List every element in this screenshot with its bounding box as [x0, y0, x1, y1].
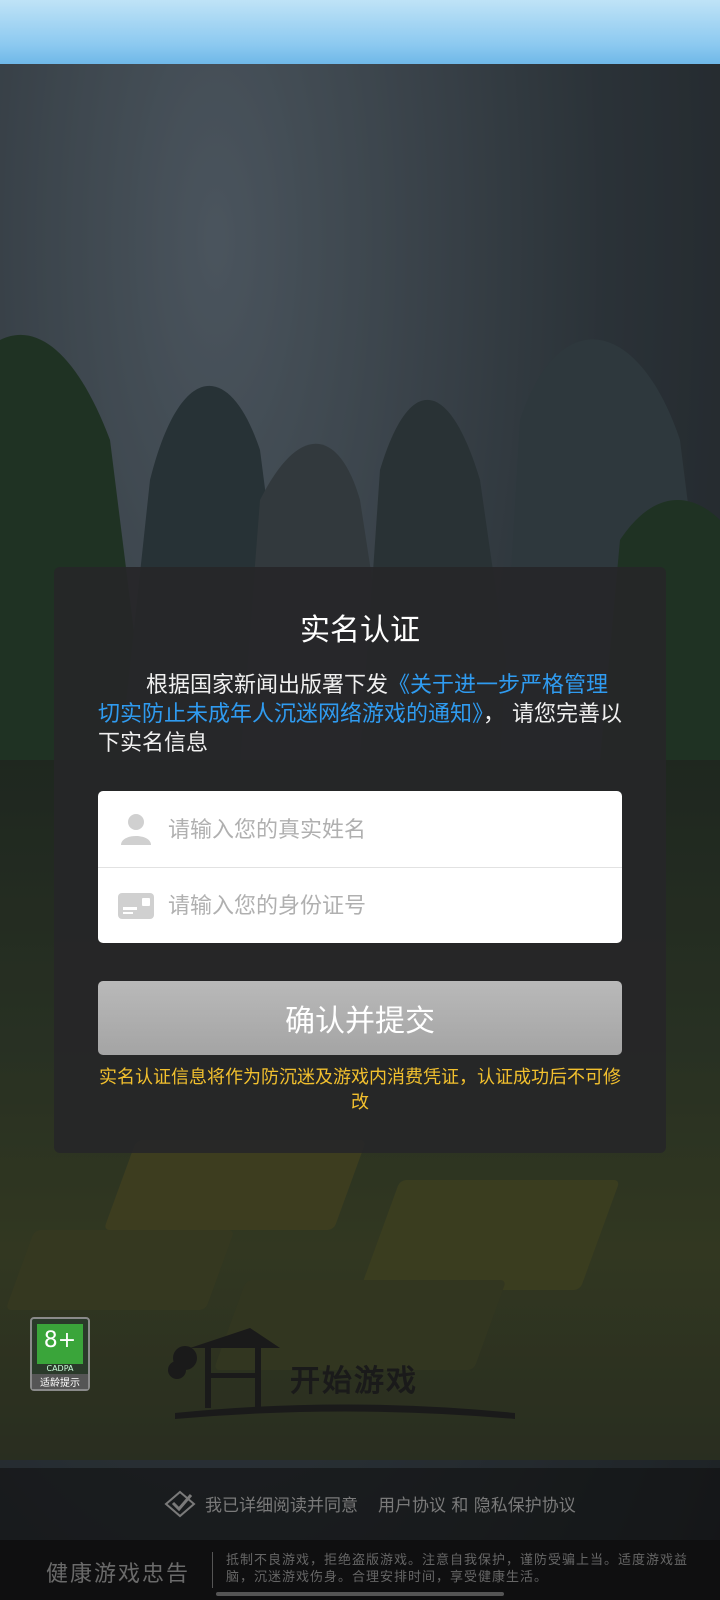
name-row — [98, 791, 622, 868]
health-text: 抵制不良游戏，拒绝盗版游戏。注意自我保护，谨防受骗上当。适度游戏益脑，沉迷游戏伤… — [226, 1553, 689, 1585]
age-value: 8+ — [37, 1324, 83, 1364]
age-tip: 适龄提示 — [32, 1374, 88, 1389]
agreement-text: 我已详细阅读并同意 — [205, 1496, 358, 1516]
start-game-label: 开始游戏 — [290, 1364, 418, 1399]
start-game-button[interactable]: 开始游戏 — [165, 1318, 525, 1428]
checkbox-icon[interactable] — [164, 1490, 196, 1518]
home-indicator[interactable] — [216, 1592, 504, 1596]
health-notice-bar: 健康游戏忠告 抵制不良游戏，拒绝盗版游戏。注意自我保护，谨防受骗上当。适度游戏益… — [0, 1540, 720, 1600]
submit-button[interactable]: 确认并提交 — [98, 981, 622, 1055]
id-card-icon — [118, 893, 154, 919]
id-number-input[interactable] — [166, 885, 600, 927]
real-name-input[interactable] — [166, 809, 600, 851]
id-row — [98, 867, 622, 943]
sky-strip — [0, 0, 720, 64]
real-name-dialog: 实名认证 根据国家新闻出版署下发《关于进一步严格管理 切实防止未成年人沉迷网络游… — [54, 567, 666, 1153]
warning-text: 实名认证信息将作为防沉迷及游戏内消费凭证，认证成功后不可修改 — [99, 1067, 621, 1113]
agreement-bar: 我已详细阅读并同意 用户协议 和 隐私保护协议 — [0, 1468, 720, 1540]
agreement-links[interactable]: 用户协议 和 隐私保护协议 — [378, 1491, 576, 1516]
id-form — [98, 791, 622, 943]
health-title: 健康游戏忠告 — [46, 1562, 191, 1587]
age-org: CADPA — [46, 1364, 74, 1373]
age-rating-badge[interactable]: 8+ CADPA 适龄提示 — [30, 1317, 90, 1391]
notice-prefix: 根据国家新闻出版署下发 — [146, 673, 389, 698]
dialog-title: 实名认证 — [300, 613, 420, 648]
person-icon — [121, 814, 151, 845]
notice-text: 根据国家新闻出版署下发《关于进一步严格管理 切实防止未成年人沉迷网络游戏的通知》… — [98, 671, 622, 758]
divider — [212, 1552, 213, 1588]
